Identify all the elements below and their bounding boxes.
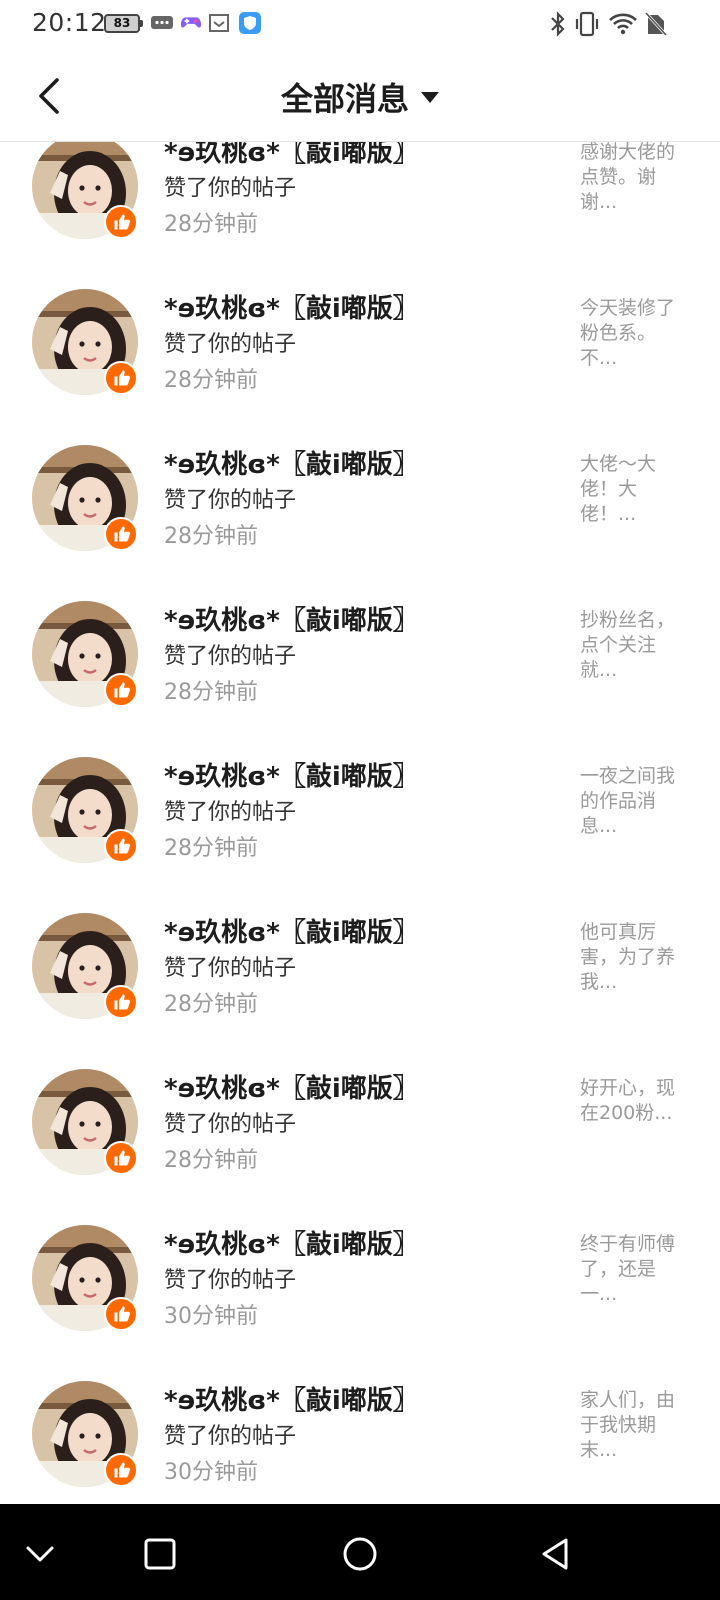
action-text: 赞了你的帖子	[164, 1424, 297, 1449]
screenshot-icon	[208, 11, 230, 39]
notification-text: *ɘ玖桃ɞ*〖敲i嘟版〗 赞了你的帖子 30分钟前	[164, 1384, 564, 1490]
user-name[interactable]: *ɘ玖桃ɞ*〖敲i嘟版〗	[164, 760, 564, 796]
action-text: 赞了你的帖子	[164, 176, 297, 201]
like-badge	[104, 1453, 138, 1487]
shield-app-icon	[238, 11, 262, 39]
like-badge	[104, 517, 138, 551]
post-preview[interactable]: 他可真厉害，为了养我...	[580, 920, 688, 995]
like-badge	[104, 1141, 138, 1175]
like-badge	[104, 985, 138, 1019]
chat-bubble-icon	[150, 11, 174, 39]
user-name[interactable]: *ɘ玖桃ɞ*〖敲i嘟版〗	[164, 604, 564, 640]
post-preview[interactable]: 大佬～大佬！大佬！...	[580, 452, 688, 527]
action-text: 赞了你的帖子	[164, 956, 297, 981]
user-name[interactable]: *ɘ玖桃ɞ*〖敲i嘟版〗	[164, 1072, 564, 1108]
action-text: 赞了你的帖子	[164, 800, 297, 825]
notification-text: *ɘ玖桃ɞ*〖敲i嘟版〗 赞了你的帖子 30分钟前	[164, 1228, 564, 1334]
list-item[interactable]: *ɘ玖桃ɞ*〖敲i嘟版〗 赞了你的帖子 30分钟前 终于有师傅了，还是一...	[0, 1186, 720, 1342]
status-bar: 20:12 83	[0, 0, 720, 50]
caret-down-icon	[421, 91, 439, 103]
notification-text: *ɘ玖桃ɞ*〖敲i嘟版〗 赞了你的帖子 28分钟前	[164, 604, 564, 710]
collapse-chevron-icon	[26, 1546, 54, 1562]
user-name[interactable]: *ɘ玖桃ɞ*〖敲i嘟版〗	[164, 1228, 564, 1264]
list-item[interactable]: *ɘ玖桃ɞ*〖敲i嘟版〗 赞了你的帖子 28分钟前 抄粉丝名，点个关注就...	[0, 562, 720, 718]
timestamp: 28分钟前	[164, 524, 258, 549]
wifi-icon	[608, 11, 638, 41]
notification-text: *ɘ玖桃ɞ*〖敲i嘟版〗 赞了你的帖子 28分钟前	[164, 916, 564, 1022]
page-title: 全部消息	[280, 80, 409, 118]
action-text: 赞了你的帖子	[164, 1112, 297, 1137]
notification-text: *ɘ玖桃ɞ*〖敲i嘟版〗 赞了你的帖子 28分钟前	[164, 292, 564, 398]
vibrate-icon	[574, 11, 600, 41]
notification-text: *ɘ玖桃ɞ*〖敲i嘟版〗 赞了你的帖子 28分钟前	[164, 1072, 564, 1178]
post-preview[interactable]: 好开心，现在200粉...	[580, 1076, 688, 1126]
action-text: 赞了你的帖子	[164, 644, 297, 669]
thumbs-up-icon	[114, 1462, 130, 1478]
thumbs-up-icon	[114, 838, 130, 854]
user-name[interactable]: *ɘ玖桃ɞ*〖敲i嘟版〗	[164, 916, 564, 952]
like-badge	[104, 1297, 138, 1331]
timestamp: 28分钟前	[164, 836, 258, 861]
like-badge	[104, 673, 138, 707]
timestamp: 28分钟前	[164, 1148, 258, 1173]
thumbs-up-icon	[114, 994, 130, 1010]
thumbs-up-icon	[114, 682, 130, 698]
list-item[interactable]: *ɘ玖桃ɞ*〖敲i嘟版〗 赞了你的帖子 28分钟前 好开心，现在200粉...	[0, 1030, 720, 1186]
home-button[interactable]	[338, 1532, 382, 1576]
recents-square-icon	[144, 1538, 176, 1570]
message-filter-dropdown[interactable]: 全部消息	[0, 74, 720, 120]
notification-list[interactable]: *ɘ玖桃ɞ*〖敲i嘟版〗 赞了你的帖子 28分钟前 感谢大佬的点赞。谢谢...	[0, 142, 720, 1504]
system-navigation-bar	[0, 1504, 720, 1600]
thumbs-up-icon	[114, 1150, 130, 1166]
post-preview[interactable]: 家人们，由于我快期末...	[580, 1388, 688, 1463]
list-item[interactable]: *ɘ玖桃ɞ*〖敲i嘟版〗 赞了你的帖子 28分钟前 今天装修了粉色系。不...	[0, 250, 720, 406]
user-name[interactable]: *ɘ玖桃ɞ*〖敲i嘟版〗	[164, 448, 564, 484]
back-triangle-icon	[542, 1538, 568, 1570]
like-badge	[104, 205, 138, 239]
timestamp: 28分钟前	[164, 680, 258, 705]
recents-button[interactable]	[138, 1532, 182, 1576]
timestamp: 30分钟前	[164, 1460, 258, 1485]
like-badge	[104, 829, 138, 863]
post-preview[interactable]: 感谢大佬的点赞。谢谢...	[580, 142, 688, 215]
thumbs-up-icon	[114, 1306, 130, 1322]
header: 全部消息	[0, 50, 720, 142]
timestamp: 28分钟前	[164, 368, 258, 393]
notification-text: *ɘ玖桃ɞ*〖敲i嘟版〗 赞了你的帖子 28分钟前	[164, 448, 564, 554]
action-text: 赞了你的帖子	[164, 1268, 297, 1293]
user-name[interactable]: *ɘ玖桃ɞ*〖敲i嘟版〗	[164, 142, 564, 172]
post-preview[interactable]: 抄粉丝名，点个关注就...	[580, 608, 688, 683]
post-preview[interactable]: 一夜之间我的作品消息...	[580, 764, 688, 839]
user-name[interactable]: *ɘ玖桃ɞ*〖敲i嘟版〗	[164, 292, 564, 328]
list-item[interactable]: *ɘ玖桃ɞ*〖敲i嘟版〗 赞了你的帖子 28分钟前 大佬～大佬！大佬！...	[0, 406, 720, 562]
list-item[interactable]: *ɘ玖桃ɞ*〖敲i嘟版〗 赞了你的帖子 28分钟前 他可真厉害，为了养我...	[0, 874, 720, 1030]
collapse-button[interactable]	[18, 1532, 62, 1576]
battery-icon: 83	[104, 14, 143, 33]
thumbs-up-icon	[114, 370, 130, 386]
post-preview[interactable]: 终于有师傅了，还是一...	[580, 1232, 688, 1307]
thumbs-up-icon	[114, 214, 130, 230]
user-name[interactable]: *ɘ玖桃ɞ*〖敲i嘟版〗	[164, 1384, 564, 1420]
game-controller-icon	[180, 11, 202, 37]
system-back-button[interactable]	[534, 1532, 578, 1576]
timestamp: 30分钟前	[164, 1304, 258, 1329]
timestamp: 28分钟前	[164, 992, 258, 1017]
list-item[interactable]: *ɘ玖桃ɞ*〖敲i嘟版〗 赞了你的帖子 28分钟前 一夜之间我的作品消息...	[0, 718, 720, 874]
bluetooth-icon	[548, 11, 568, 41]
post-preview[interactable]: 今天装修了粉色系。不...	[580, 296, 688, 371]
thumbs-up-icon	[114, 526, 130, 542]
like-badge	[104, 361, 138, 395]
list-item[interactable]: *ɘ玖桃ɞ*〖敲i嘟版〗 赞了你的帖子 28分钟前 感谢大佬的点赞。谢谢...	[0, 142, 720, 250]
notification-text: *ɘ玖桃ɞ*〖敲i嘟版〗 赞了你的帖子 28分钟前	[164, 142, 564, 242]
notification-text: *ɘ玖桃ɞ*〖敲i嘟版〗 赞了你的帖子 28分钟前	[164, 760, 564, 866]
action-text: 赞了你的帖子	[164, 332, 297, 357]
status-time: 20:12	[32, 8, 107, 37]
action-text: 赞了你的帖子	[164, 488, 297, 513]
list-item[interactable]: *ɘ玖桃ɞ*〖敲i嘟版〗 赞了你的帖子 30分钟前 家人们，由于我快期末...	[0, 1342, 720, 1498]
home-circle-icon	[343, 1537, 377, 1571]
no-sim-icon	[644, 11, 668, 41]
timestamp: 28分钟前	[164, 212, 258, 237]
